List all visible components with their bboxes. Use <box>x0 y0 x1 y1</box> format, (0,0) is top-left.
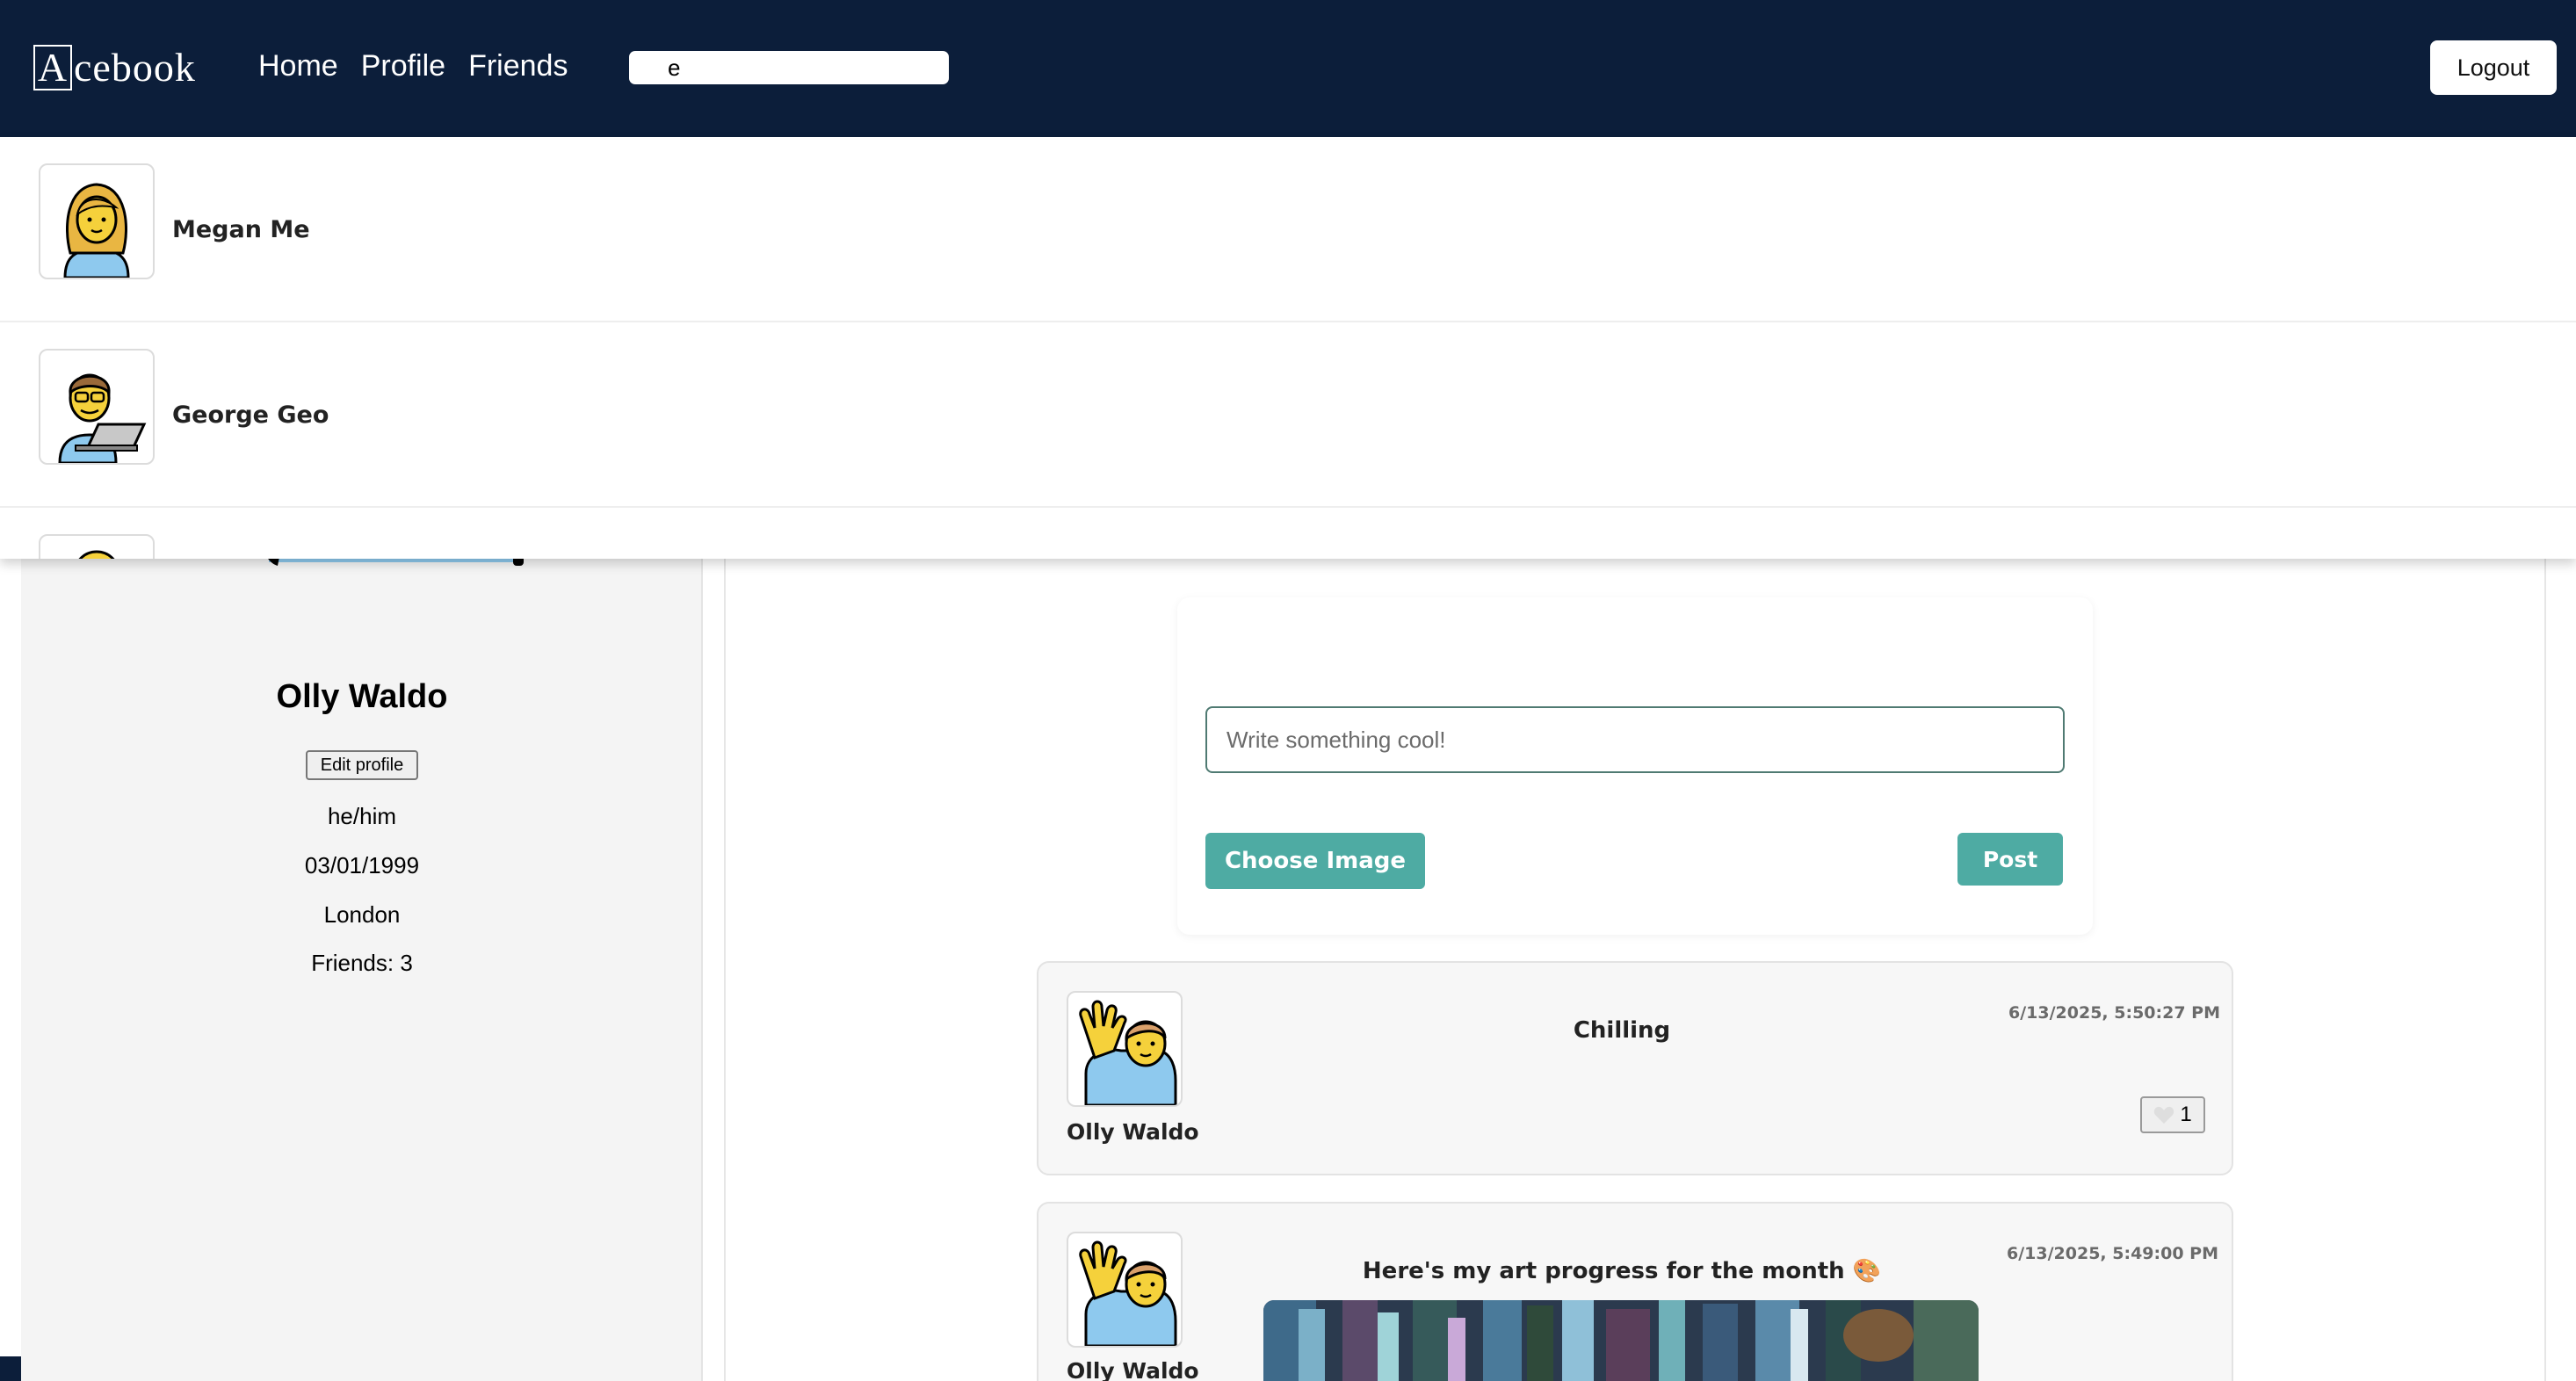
post-author-name[interactable]: Olly Waldo <box>1067 1358 1199 1381</box>
post-author-name[interactable]: Olly Waldo <box>1067 1119 1199 1145</box>
search-result-item[interactable] <box>0 508 2576 559</box>
partial-avatar-icon <box>78 550 115 559</box>
like-button[interactable]: 1 <box>2140 1096 2205 1133</box>
post-card <box>1037 961 2233 1175</box>
post-button[interactable]: Post <box>1957 833 2063 886</box>
woman-avatar-icon <box>63 183 130 278</box>
choose-image-button[interactable]: Choose Image <box>1205 833 1425 889</box>
search-results-dropdown: Megan Me George Geo <box>0 137 2576 559</box>
logout-button[interactable]: Logout <box>2430 40 2557 95</box>
top-navbar: Acebook Home Profile Friends Logout <box>0 0 2576 137</box>
search-result-avatar <box>39 163 155 279</box>
post-timestamp: 6/13/2025, 5:50:27 PM <box>2008 1003 2220 1023</box>
search-result-avatar <box>39 534 155 559</box>
post-timestamp: 6/13/2025, 5:49:00 PM <box>2007 1244 2218 1263</box>
brand-logo[interactable]: Acebook <box>33 44 196 90</box>
post-text: Chilling <box>1573 1017 1671 1044</box>
post-author-avatar[interactable] <box>1067 1232 1183 1348</box>
heart-icon <box>2154 1106 2174 1124</box>
post-text: Here's my art progress for the month 🎨 <box>1362 1258 1882 1284</box>
nav-links: Home Profile Friends <box>258 49 568 83</box>
brand-text: cebook <box>74 45 196 90</box>
profile-pronouns: he/him <box>327 803 397 829</box>
post-author-avatar[interactable] <box>1067 991 1183 1107</box>
profile-friends-count[interactable]: Friends: 3 <box>21 950 703 977</box>
search-result-item[interactable]: George Geo <box>0 322 2576 508</box>
nav-friends-link[interactable]: Friends <box>468 49 568 83</box>
nav-home-link[interactable]: Home <box>258 49 338 83</box>
search-result-item[interactable]: Megan Me <box>0 137 2576 322</box>
search-result-name: George Geo <box>172 401 329 429</box>
man-technologist-avatar-icon <box>58 373 147 463</box>
post-text-input[interactable] <box>1205 706 2065 773</box>
like-count: 1 <box>2180 1103 2192 1126</box>
search-result-avatar <box>39 349 155 465</box>
search-result-name: Megan Me <box>172 216 310 243</box>
profile-dob: 03/01/1999 <box>304 852 420 878</box>
profile-location: London <box>323 901 401 928</box>
person-raising-hand-icon <box>1079 1240 1177 1346</box>
brand-initial: A <box>33 44 72 90</box>
window-corner <box>0 1356 21 1381</box>
edit-profile-button[interactable]: Edit profile <box>306 750 418 780</box>
person-raising-hand-icon <box>1079 1000 1177 1105</box>
profile-name: Olly Waldo <box>276 678 448 715</box>
search-input[interactable] <box>629 51 949 84</box>
nav-profile-link[interactable]: Profile <box>361 49 445 83</box>
post-image[interactable] <box>1263 1300 1979 1381</box>
